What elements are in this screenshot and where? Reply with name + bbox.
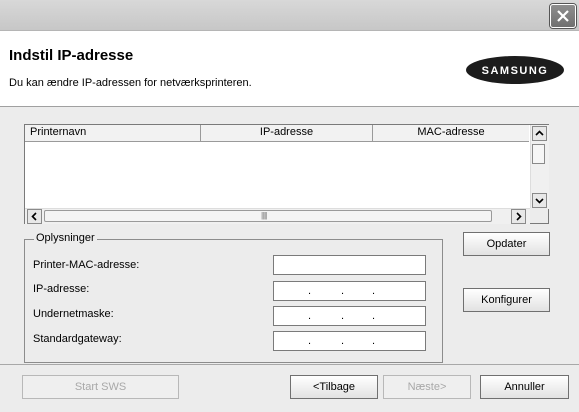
close-button[interactable] [550, 4, 576, 28]
scroll-grip: ||||| [261, 211, 267, 220]
chevron-right-icon [516, 212, 522, 221]
update-button[interactable]: Opdater [463, 232, 550, 256]
default-gateway-field[interactable]: ... [273, 331, 426, 351]
samsung-logo: SAMSUNG [466, 56, 564, 84]
bottom-separator [0, 364, 579, 365]
chevron-left-icon [31, 212, 37, 221]
default-gateway-label: Standardgateway: [33, 333, 122, 345]
scroll-down-button[interactable] [532, 193, 547, 208]
column-header-mac-address[interactable]: MAC-adresse [373, 125, 529, 141]
title-bar [0, 0, 579, 31]
ip-address-label: IP-adresse: [33, 283, 90, 295]
configure-button[interactable]: Konfigurer [463, 288, 550, 312]
column-header-printer-name[interactable]: Printernavn [25, 125, 201, 141]
subnet-mask-field[interactable]: ... [273, 306, 426, 326]
page-subtitle: Du kan ændre IP-adressen for netværkspri… [9, 77, 252, 89]
printer-mac-field[interactable] [273, 255, 426, 275]
chevron-up-icon [535, 130, 544, 136]
cancel-button[interactable]: Annuller [480, 375, 569, 399]
close-icon [557, 10, 569, 22]
scroll-left-button[interactable] [27, 209, 42, 224]
info-group-legend: Oplysninger [34, 232, 97, 244]
scroll-up-button[interactable] [532, 126, 547, 141]
column-header-ip-address[interactable]: IP-adresse [201, 125, 373, 141]
back-button[interactable]: <Tilbage [290, 375, 378, 399]
chevron-down-icon [535, 198, 544, 204]
printer-mac-label: Printer-MAC-adresse: [33, 259, 140, 271]
scroll-right-button[interactable] [511, 209, 526, 224]
vertical-scroll-thumb[interactable] [532, 144, 545, 164]
horizontal-scroll-thumb[interactable] [44, 210, 492, 222]
samsung-logo-text: SAMSUNG [482, 65, 549, 77]
printer-list-header: Printernavn IP-adresse MAC-adresse [25, 125, 529, 142]
subnet-mask-label: Undernetmaske: [33, 308, 114, 320]
start-sws-button[interactable]: Start SWS [22, 375, 179, 399]
next-button[interactable]: Næste> [383, 375, 471, 399]
ip-address-field[interactable]: ... [273, 281, 426, 301]
page-title: Indstil IP-adresse [9, 47, 134, 64]
scrollbar-corner [530, 208, 548, 223]
